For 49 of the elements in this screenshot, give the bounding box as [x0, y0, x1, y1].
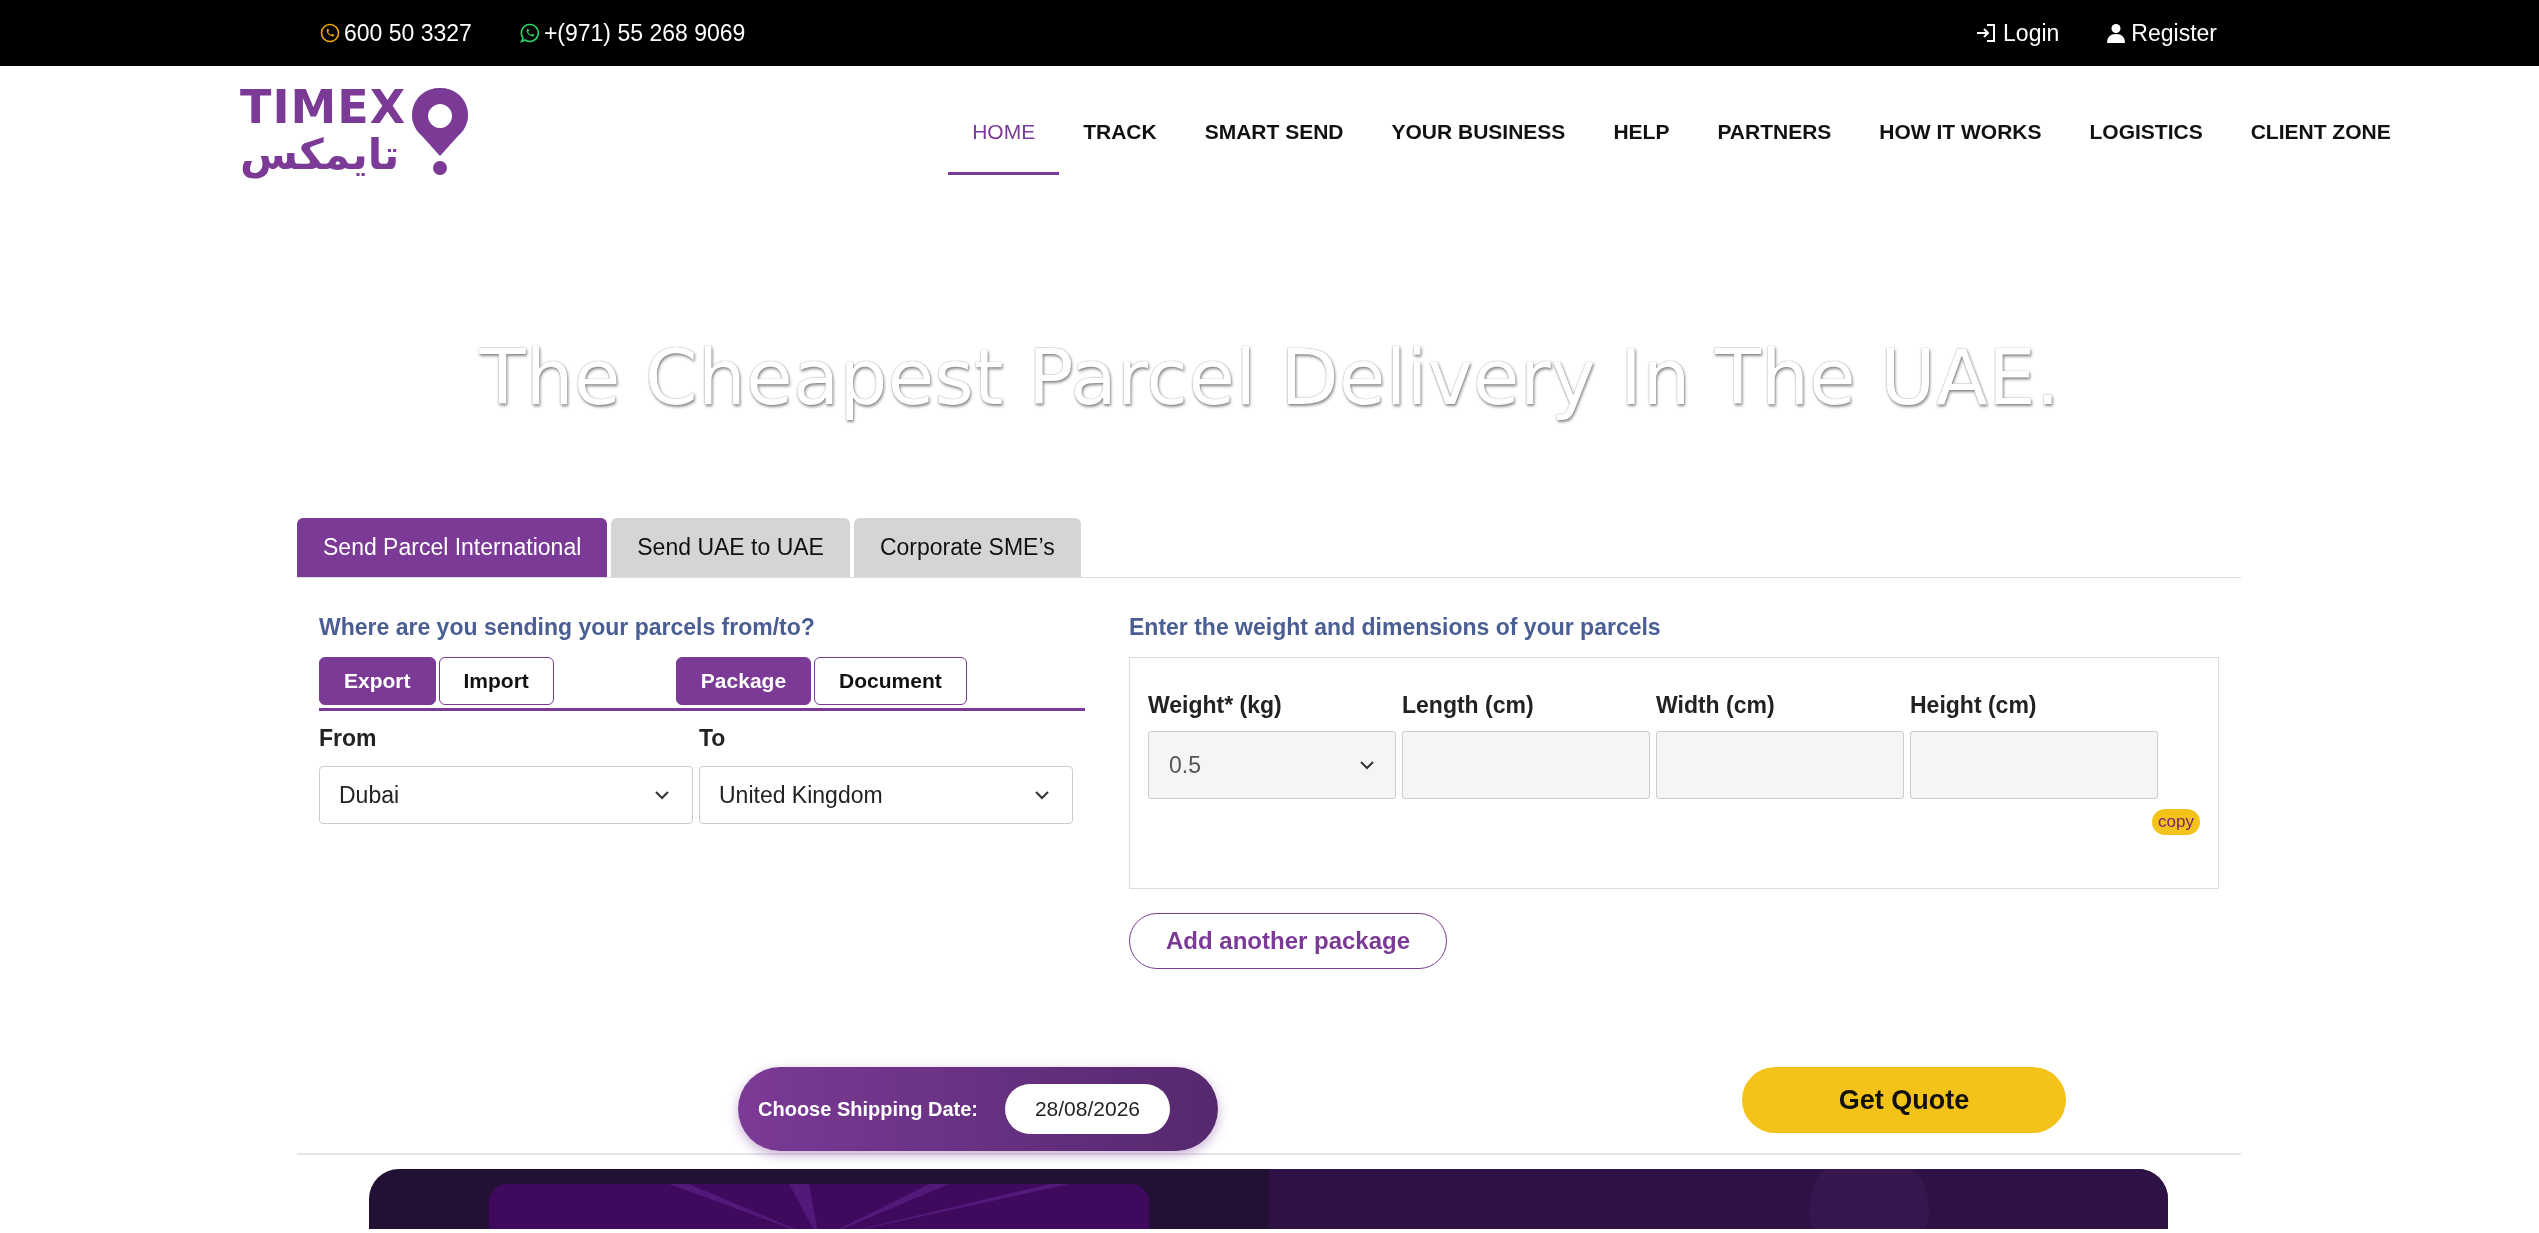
field-label: To: [699, 725, 727, 752]
weight-dropdown[interactable]: 0.5: [1148, 731, 1396, 799]
input-field[interactable]: [1910, 731, 2158, 799]
login-link[interactable]: Login: [1975, 19, 2060, 47]
toggle-button[interactable]: Export: [319, 657, 436, 705]
shipping-date-label: Choose Shipping Date:: [758, 1097, 978, 1121]
chat-bubble-icon: [519, 23, 540, 43]
logo-arabic-text: تايمكس: [240, 130, 400, 180]
dropdown-field[interactable]: Dubai: [319, 766, 693, 824]
nav-link[interactable]: PARTNERS: [1693, 66, 1856, 175]
nav-link[interactable]: CLIENT ZONE: [2226, 66, 2415, 175]
field-label: Height (cm): [1910, 692, 2038, 719]
copy-button[interactable]: copy: [2152, 809, 2200, 835]
dropdown-field[interactable]: United Kingdom: [699, 766, 1073, 824]
nav-link[interactable]: SMART SEND: [1180, 66, 1368, 175]
tab[interactable]: Send Parcel International: [297, 518, 608, 577]
field-label: Weight* (kg): [1148, 692, 1283, 719]
toggle-button[interactable]: Document: [814, 657, 967, 705]
get-quote-button[interactable]: Get Quote: [1742, 1067, 2066, 1133]
tab[interactable]: Corporate SME’s: [853, 518, 1081, 577]
field-label: From: [319, 725, 378, 752]
section-heading: Where are you sending your parcels from/to?: [319, 614, 816, 641]
register-link[interactable]: Register: [2107, 19, 2217, 47]
hero-title: The Cheapest Parcel Delivery In The UAE.: [477, 332, 2061, 425]
nav-link[interactable]: HOME: [948, 66, 1060, 175]
input-field[interactable]: [1402, 731, 1650, 799]
section-heading: Enter the weight and dimensions of your parcels: [1129, 614, 1662, 641]
nav-link[interactable]: HOW IT WORKS: [1855, 66, 2066, 175]
contact-number[interactable]: +(971) 55 268 9069: [543, 19, 746, 47]
field-label: Length (cm): [1402, 692, 1535, 719]
contact-number[interactable]: 600 50 3327: [344, 19, 472, 47]
chevron-down-icon: [1034, 790, 1050, 800]
field-label: Width (cm): [1656, 692, 1776, 719]
chevron-down-icon: [654, 790, 670, 800]
phone-icon: [320, 23, 340, 43]
chevron-down-icon: [1359, 760, 1375, 770]
user-icon: [2107, 23, 2126, 43]
nav-link[interactable]: YOUR BUSINESS: [1367, 66, 1590, 175]
date-field[interactable]: 28/08/2026: [1004, 1084, 1170, 1134]
nav-link[interactable]: HELP: [1589, 66, 1694, 175]
tab[interactable]: Send UAE to UAE: [611, 518, 850, 577]
logo-text: TIMEX: [240, 84, 407, 130]
add-package-button[interactable]: Add another package: [1129, 913, 1448, 969]
nav-link[interactable]: LOGISTICS: [2065, 66, 2227, 175]
toggle-button[interactable]: Import: [438, 657, 554, 705]
login-icon: [1975, 23, 1998, 43]
toggle-button[interactable]: Package: [675, 657, 812, 705]
input-field[interactable]: [1656, 731, 1904, 799]
nav-link[interactable]: TRACK: [1059, 66, 1181, 175]
